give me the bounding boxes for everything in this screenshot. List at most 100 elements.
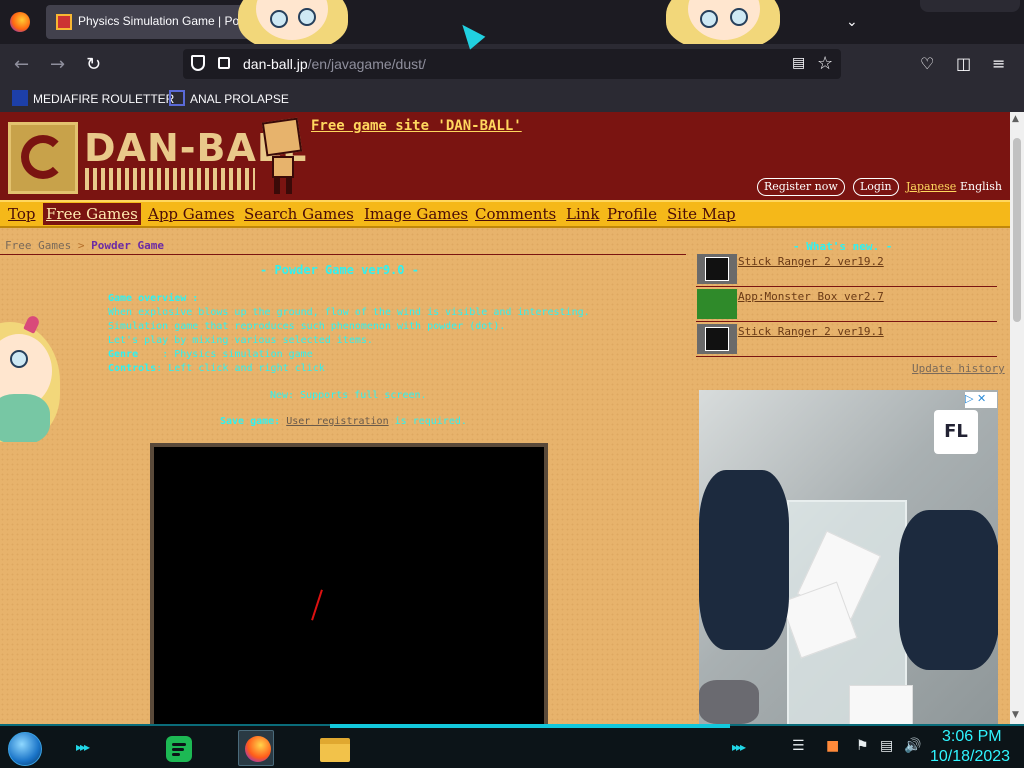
back-arrow-icon[interactable]: ← xyxy=(14,54,29,75)
url-text[interactable]: dan-ball.jp/en/javagame/dust/ xyxy=(243,56,426,72)
bookmark-star-icon[interactable]: ☆ xyxy=(817,53,833,74)
action-center-flag-icon[interactable]: ⚑ xyxy=(856,738,869,754)
whats-new-heading: - What's new. - xyxy=(793,240,893,253)
overview-line: Let's play by mixing various selected it… xyxy=(108,335,373,346)
dan-ball-logo-icon[interactable] xyxy=(8,122,78,194)
taskbar-firefox-app[interactable] xyxy=(238,730,274,766)
mediafire-icon xyxy=(12,90,28,106)
controls-label: Controls xyxy=(108,363,157,374)
powder-game-canvas[interactable] xyxy=(150,443,548,724)
taskbar-glow-decoration xyxy=(330,724,730,728)
volume-icon[interactable]: 🔊 xyxy=(904,738,921,754)
breadcrumb-current: Powder Game xyxy=(91,239,164,252)
overview-line: Simulation game that reproduces such phe… xyxy=(108,321,506,332)
nav-image-games[interactable]: Image Games xyxy=(364,205,468,223)
active-tab[interactable]: Physics Simulation Game | Po xyxy=(46,5,260,39)
ad-logo-text: FL xyxy=(944,421,968,442)
nav-top[interactable]: Top xyxy=(8,205,35,223)
tab-title: Physics Simulation Game | Po xyxy=(78,14,240,28)
forward-arrow-icon[interactable]: → xyxy=(50,54,65,75)
nav-app-games[interactable]: App Games xyxy=(148,205,235,223)
nav-profile[interactable]: Profile xyxy=(607,205,657,223)
game-overview: Game overview : When explosive blows up … xyxy=(108,292,590,376)
breadcrumb-free-games[interactable]: Free Games xyxy=(5,239,71,252)
pocket-icon[interactable]: ♡ xyxy=(920,54,934,73)
ad-brand-logo: FL xyxy=(934,410,978,454)
news-link[interactable]: Stick Ranger 2 ver19.2 xyxy=(738,255,884,268)
overview-heading: Game overview : xyxy=(108,293,199,304)
monster-box-thumbnail-icon xyxy=(697,289,737,319)
site-header: DAN-BALL Free game site 'DAN-BALL' Regis… xyxy=(0,112,1010,200)
news-item[interactable]: Stick Ranger 2 ver19.2 xyxy=(696,253,997,287)
english-label: English xyxy=(960,180,1002,193)
taskbar-notes-app[interactable] xyxy=(160,730,196,766)
scroll-up-arrow-icon[interactable]: ▲ xyxy=(1012,114,1019,124)
start-button-icon[interactable] xyxy=(8,732,42,766)
breadcrumb-separator: > xyxy=(77,239,85,252)
clock-date[interactable]: 10/18/2023 xyxy=(930,748,1010,766)
url-domain: dan-ball.jp xyxy=(243,56,308,72)
powder-particle xyxy=(311,589,323,621)
taskbar-chevron-decoration: ▸▸▸ xyxy=(76,740,90,754)
user-registration-link[interactable]: User registration xyxy=(286,416,388,427)
update-history-link[interactable]: Update history xyxy=(912,362,1005,375)
show-hidden-icons-icon[interactable]: ☰ xyxy=(792,738,805,754)
genre-value: : Physics simulation game xyxy=(162,349,313,360)
scroll-down-arrow-icon[interactable]: ▼ xyxy=(1012,710,1019,720)
news-link[interactable]: App:Monster Box ver2.7 xyxy=(738,290,884,303)
site-nav: Top Free Games App Games Search Games Im… xyxy=(0,200,1010,228)
taskbar: ▸▸▸ ▸▸▸ ☰ ■ ⚑ ▤ 🔊 3:06 PM 10/18/2023 xyxy=(0,724,1024,768)
save-note: Save game: User registration is required… xyxy=(220,416,467,427)
nav-link[interactable]: Link xyxy=(566,205,600,223)
page-scrollbar[interactable]: ▲ ▼ xyxy=(1010,112,1024,724)
game-title: - Powder Game ver9.0 - xyxy=(260,263,419,277)
nav-comments[interactable]: Comments xyxy=(475,205,556,223)
nav-free-games[interactable]: Free Games xyxy=(43,203,141,225)
list-all-tabs-icon[interactable]: ⌄ xyxy=(846,14,858,30)
network-icon[interactable]: ▤ xyxy=(880,738,893,754)
ad-choices-close-icon[interactable]: ▷ ✕ xyxy=(965,392,997,408)
stick-ranger-thumbnail-icon xyxy=(697,254,737,284)
web-content: DAN-BALL Free game site 'DAN-BALL' Regis… xyxy=(0,112,1010,724)
fullscreen-note: New: Supports full screen. xyxy=(270,390,427,401)
extensions-puzzle-icon[interactable]: ◫ xyxy=(956,54,971,73)
tray-app-icon[interactable]: ■ xyxy=(826,738,839,754)
register-button[interactable]: Register now xyxy=(757,178,845,196)
nav-site-map[interactable]: Site Map xyxy=(667,205,736,223)
divider xyxy=(0,254,686,255)
ad-person-shape xyxy=(699,470,789,650)
logo-barcode-decoration xyxy=(85,168,255,190)
reload-icon[interactable]: ↻ xyxy=(86,54,101,75)
bookmark-item[interactable]: ANAL PROLAPSE xyxy=(169,90,289,106)
japanese-link[interactable]: Japanese xyxy=(906,180,956,193)
login-button[interactable]: Login xyxy=(853,178,899,196)
save-suffix: is required. xyxy=(394,416,467,427)
reader-view-icon[interactable]: ▤ xyxy=(792,55,805,71)
notes-app-icon xyxy=(166,736,192,762)
news-link[interactable]: Stick Ranger 2 ver19.1 xyxy=(738,325,884,338)
ad-person-shape xyxy=(899,510,998,670)
overview-line: When explosive blows up the ground, flow… xyxy=(108,307,590,318)
news-item[interactable]: Stick Ranger 2 ver19.1 xyxy=(696,323,997,357)
bookmark-item[interactable]: MEDIAFIRE ROULETTER xyxy=(12,90,174,106)
taskbar-file-explorer-app[interactable] xyxy=(316,730,352,766)
news-item[interactable]: App:Monster Box ver2.7 xyxy=(696,288,997,322)
window-controls[interactable] xyxy=(920,0,1020,12)
firefox-menu-icon[interactable] xyxy=(10,12,30,32)
dan-ball-favicon-icon xyxy=(56,14,72,30)
scrollbar-thumb[interactable] xyxy=(1013,138,1021,322)
bookmark-label: ANAL PROLAPSE xyxy=(190,92,289,106)
tracking-protection-shield-icon[interactable] xyxy=(191,55,205,71)
advertisement-image[interactable]: FL ▷ ✕ xyxy=(699,390,998,724)
url-bar[interactable]: dan-ball.jp/en/javagame/dust/ ▤ ☆ xyxy=(183,49,841,79)
site-info-lock-icon[interactable] xyxy=(218,57,230,69)
bookmark-label: MEDIAFIRE ROULETTER xyxy=(33,92,175,106)
nav-search-games[interactable]: Search Games xyxy=(244,205,354,223)
site-tagline-link[interactable]: Free game site 'DAN-BALL' xyxy=(311,118,522,134)
tab-bar: Physics Simulation Game | Po ⌄ xyxy=(0,0,1024,44)
bookmarks-toolbar: MEDIAFIRE ROULETTER ANAL PROLAPSE xyxy=(0,84,1024,112)
clock-time[interactable]: 3:06 PM xyxy=(942,728,1002,746)
hamburger-menu-icon[interactable]: ≡ xyxy=(992,54,1005,73)
url-path: /en/javagame/dust/ xyxy=(307,56,426,72)
controls-value: : Left click and right click xyxy=(156,363,325,374)
